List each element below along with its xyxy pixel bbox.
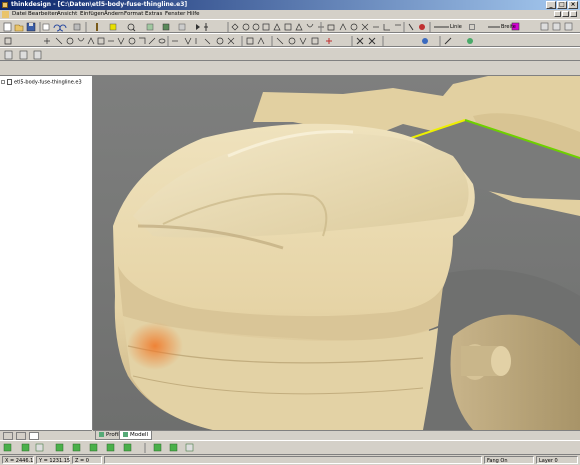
- line-width-label: Breite: [501, 24, 516, 30]
- tree-item-document[interactable]: etl5-body-fuse-thingline.e3: [7, 79, 82, 86]
- secondary-toolbar-icons: [4, 36, 473, 46]
- window-title: thinkdesign - [C:\Daten\etl5-body-fuse-t…: [11, 1, 188, 8]
- doc-restore-button[interactable]: [562, 11, 569, 17]
- tree-expander[interactable]: [1, 80, 5, 84]
- status-x: X = 2446.1: [2, 456, 34, 464]
- minimize-button[interactable]: _: [546, 1, 556, 9]
- status-layer[interactable]: Layer 0: [536, 456, 578, 464]
- secondary-toolbar: [0, 33, 580, 47]
- model-tree-panel: etl5-body-fuse-thingline.e3: [0, 76, 93, 430]
- line-style-label: Linie: [450, 24, 462, 30]
- tab-profil-label: Profil: [106, 432, 120, 438]
- tab-modell-label: Modell: [130, 432, 149, 438]
- main-toolbar: Linie Breite: [0, 19, 580, 33]
- line-style-dropdown[interactable]: [469, 24, 475, 30]
- tree-item-label: etl5-body-fuse-thingline.e3: [14, 79, 82, 86]
- menu-aendern[interactable]: Ändern: [104, 10, 124, 19]
- menu-format[interactable]: Format: [124, 10, 143, 19]
- bottom-toolbar: [0, 440, 580, 455]
- bottom-toolbar-icons: [3, 443, 194, 453]
- close-button[interactable]: ×: [568, 1, 578, 9]
- file-icons: [3, 22, 36, 32]
- window-controls: _ □ ×: [546, 1, 578, 9]
- status-message: [104, 456, 482, 464]
- document-icon: [7, 79, 12, 85]
- tertiary-toolbar: [0, 47, 580, 61]
- doc-close-button[interactable]: [570, 11, 577, 17]
- profile-icon: [99, 432, 104, 437]
- status-y: Y = 1231.15: [36, 456, 70, 464]
- document-menu-icon[interactable]: [2, 11, 9, 18]
- menu-datei[interactable]: Datei: [12, 10, 27, 19]
- 3d-viewport[interactable]: [93, 76, 580, 430]
- model-icon: [123, 432, 128, 437]
- maximize-button[interactable]: □: [557, 1, 567, 9]
- menu-einfuegen[interactable]: Einfügen: [80, 10, 104, 19]
- menu-extras[interactable]: Extras: [145, 10, 162, 19]
- panel-tab-properties[interactable]: [29, 432, 39, 440]
- tertiary-toolbar-icons: [4, 50, 42, 60]
- title-bar: thinkdesign - [C:\Daten\etl5-body-fuse-t…: [0, 0, 580, 10]
- menu-ansicht[interactable]: Ansicht: [57, 10, 77, 19]
- main-toolbar-icons: [3, 22, 573, 32]
- menu-bearbeiten[interactable]: Bearbeiten: [28, 10, 58, 19]
- car-body-render: [93, 76, 580, 430]
- status-snap[interactable]: Fang On: [484, 456, 534, 464]
- doc-minimize-button[interactable]: [554, 11, 561, 17]
- status-z: Z = 0: [72, 456, 102, 464]
- panel-tab-tree[interactable]: [3, 432, 13, 440]
- status-bar: X = 2446.1 Y = 1231.15 Z = 0 Fang On Lay…: [0, 454, 580, 465]
- dock-area: [0, 61, 580, 76]
- menu-bar: Datei Bearbeiten Ansicht Einfügen Ändern…: [0, 10, 580, 19]
- tab-modell[interactable]: Modell: [119, 431, 153, 440]
- menu-hilfe[interactable]: Hilfe: [187, 10, 200, 19]
- app-icon: [2, 2, 8, 8]
- panel-tab-layers[interactable]: [16, 432, 26, 440]
- menu-fenster[interactable]: Fenster: [165, 10, 185, 19]
- document-window-controls: [554, 11, 577, 17]
